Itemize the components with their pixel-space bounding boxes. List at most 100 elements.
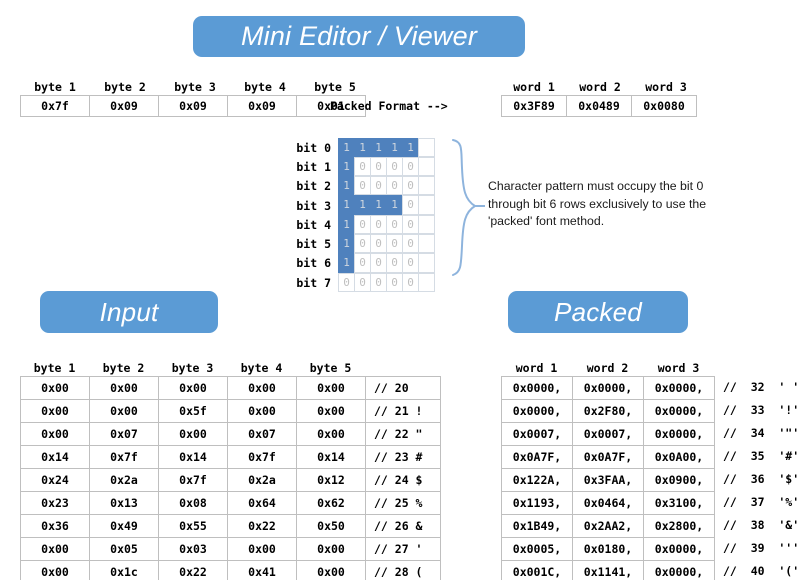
word-cell[interactable]: 0x0007,	[573, 423, 644, 446]
bit-cell[interactable]: 1	[338, 157, 355, 176]
word-cell[interactable]: 0x0900,	[644, 469, 715, 492]
bit-cell[interactable]: 1	[338, 138, 355, 157]
byte-cell[interactable]: 0x07	[90, 423, 159, 446]
byte-cell[interactable]: 0x55	[159, 515, 228, 538]
byte-cell[interactable]: 0x00	[21, 377, 90, 400]
bit-cell[interactable]: 1	[338, 195, 355, 214]
bit-cell[interactable]: 0	[402, 195, 419, 214]
bit-cell[interactable]: 0	[386, 273, 403, 292]
byte-cell[interactable]: 0x00	[228, 377, 297, 400]
table-row[interactable]: 0x0007,0x0007,0x0000,	[502, 423, 715, 446]
bit-cell[interactable]: 0	[370, 234, 387, 253]
bit-cell[interactable]: 1	[338, 253, 355, 272]
table-row[interactable]: 0x000x000x000x000x00// 20	[21, 377, 441, 400]
byte-value-cell[interactable]: 0x7f	[20, 95, 90, 117]
bit-cell-empty[interactable]: 0	[418, 157, 435, 176]
byte-cell[interactable]: 0x14	[21, 446, 90, 469]
byte-cell[interactable]: 0x2a	[90, 469, 159, 492]
byte-cell[interactable]: 0x5f	[159, 400, 228, 423]
word-cell[interactable]: 0x0000,	[644, 423, 715, 446]
word-cell[interactable]: 0x0A7F,	[502, 446, 573, 469]
table-row[interactable]: 0x360x490x550x220x50// 26 &	[21, 515, 441, 538]
bit-cell[interactable]: 1	[370, 138, 387, 157]
table-row[interactable]: 0x0000,0x0000,0x0000,	[502, 377, 715, 400]
top-word-value-row[interactable]: 0x3F890x04890x0080	[501, 95, 697, 117]
word-cell[interactable]: 0x001C,	[502, 561, 573, 580]
bit-cell[interactable]: 0	[354, 253, 371, 272]
input-table[interactable]: 0x000x000x000x000x00// 200x000x000x5f0x0…	[20, 376, 441, 580]
bit-cell-empty[interactable]: 0	[418, 138, 435, 157]
byte-cell[interactable]: 0x2a	[228, 469, 297, 492]
bit-cell[interactable]: 0	[386, 234, 403, 253]
bit-cell[interactable]: 1	[354, 138, 371, 157]
bit-cell[interactable]: 1	[386, 138, 403, 157]
table-row[interactable]: 0x000x1c0x220x410x00// 28 (	[21, 561, 441, 580]
byte-cell[interactable]: 0x1c	[90, 561, 159, 580]
byte-cell[interactable]: 0x00	[159, 423, 228, 446]
byte-cell[interactable]: 0x00	[159, 377, 228, 400]
bit-cell[interactable]: 0	[386, 157, 403, 176]
word-cell[interactable]: 0x0005,	[502, 538, 573, 561]
word-cell[interactable]: 0x0A00,	[644, 446, 715, 469]
bit-cell-empty[interactable]: 0	[418, 176, 435, 195]
bit-cell[interactable]: 0	[402, 273, 419, 292]
table-row[interactable]: 0x140x7f0x140x7f0x14// 23 #	[21, 446, 441, 469]
byte-cell[interactable]: 0x07	[228, 423, 297, 446]
bit-cell[interactable]: 0	[354, 157, 371, 176]
table-row[interactable]: 0x1B49,0x2AA2,0x2800,	[502, 515, 715, 538]
word-cell[interactable]: 0x1193,	[502, 492, 573, 515]
bit-cell[interactable]: 0	[370, 215, 387, 234]
table-row[interactable]: 0x000x070x000x070x00// 22 "	[21, 423, 441, 446]
byte-cell[interactable]: 0x22	[159, 561, 228, 580]
table-row[interactable]: 0x0A7F,0x0A7F,0x0A00,	[502, 446, 715, 469]
word-cell[interactable]: 0x0000,	[644, 400, 715, 423]
table-row[interactable]: 0x1193,0x0464,0x3100,	[502, 492, 715, 515]
bit-cell[interactable]: 0	[402, 176, 419, 195]
bit-cell[interactable]: 0	[402, 215, 419, 234]
byte-cell[interactable]: 0x64	[228, 492, 297, 515]
word-cell[interactable]: 0x1141,	[573, 561, 644, 580]
byte-cell[interactable]: 0x49	[90, 515, 159, 538]
word-cell[interactable]: 0x0000,	[502, 400, 573, 423]
byte-cell[interactable]: 0x50	[297, 515, 366, 538]
word-cell[interactable]: 0x0000,	[573, 377, 644, 400]
packed-table[interactable]: 0x0000,0x0000,0x0000,0x0000,0x2F80,0x000…	[501, 376, 715, 580]
byte-cell[interactable]: 0x00	[297, 377, 366, 400]
word-cell[interactable]: 0x0180,	[573, 538, 644, 561]
byte-cell[interactable]: 0x05	[90, 538, 159, 561]
byte-cell[interactable]: 0x00	[297, 561, 366, 580]
bit-cell[interactable]: 0	[370, 253, 387, 272]
table-row[interactable]: 0x0005,0x0180,0x0000,	[502, 538, 715, 561]
byte-value-cell[interactable]: 0x09	[89, 95, 159, 117]
byte-cell[interactable]: 0x7f	[228, 446, 297, 469]
bit-cell[interactable]: 1	[370, 195, 387, 214]
bit-cell[interactable]: 1	[386, 195, 403, 214]
bit-cell-empty[interactable]: 0	[418, 234, 435, 253]
word-cell[interactable]: 0x2F80,	[573, 400, 644, 423]
word-cell[interactable]: 0x0000,	[502, 377, 573, 400]
bit-cell-empty[interactable]: 0	[418, 215, 435, 234]
byte-cell[interactable]: 0x00	[228, 400, 297, 423]
bit-cell-empty[interactable]: 0	[418, 253, 435, 272]
word-cell[interactable]: 0x3100,	[644, 492, 715, 515]
bit-cell[interactable]: 0	[338, 273, 355, 292]
bit-cell[interactable]: 0	[370, 273, 387, 292]
word-cell[interactable]: 0x0464,	[573, 492, 644, 515]
bit-cell[interactable]: 1	[338, 215, 355, 234]
bit-cell[interactable]: 0	[386, 253, 403, 272]
bit-cell[interactable]: 0	[386, 215, 403, 234]
bit-cell-empty[interactable]: 0	[418, 273, 435, 292]
word-cell[interactable]: 0x0000,	[644, 538, 715, 561]
byte-cell[interactable]: 0x03	[159, 538, 228, 561]
top-byte-value-row[interactable]: 0x7f0x090x090x090x01	[20, 95, 366, 117]
byte-cell[interactable]: 0x41	[228, 561, 297, 580]
table-row[interactable]: 0x000x050x030x000x00// 27 '	[21, 538, 441, 561]
byte-cell[interactable]: 0x00	[297, 400, 366, 423]
bit-cell-empty[interactable]: 0	[418, 195, 435, 214]
bit-cell[interactable]: 0	[354, 176, 371, 195]
word-cell[interactable]: 0x122A,	[502, 469, 573, 492]
byte-cell[interactable]: 0x24	[21, 469, 90, 492]
byte-cell[interactable]: 0x08	[159, 492, 228, 515]
word-cell[interactable]: 0x1B49,	[502, 515, 573, 538]
table-row[interactable]: 0x000x000x5f0x000x00// 21 !	[21, 400, 441, 423]
